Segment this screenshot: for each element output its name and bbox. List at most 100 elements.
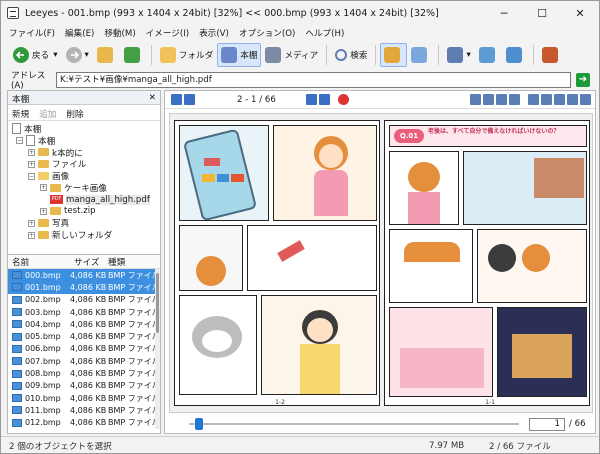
forward-button[interactable]: ▾: [62, 43, 93, 67]
add-button[interactable]: 追加: [39, 108, 56, 120]
page-number: 1-2: [275, 399, 285, 406]
file-row[interactable]: 003.bmp 4,086 KB BMP ファイル: [8, 306, 160, 318]
tree-item-new-folder[interactable]: + 新しいフォルダ: [8, 229, 160, 241]
bookshelf-icon: [221, 47, 238, 63]
up-folder-button[interactable]: [93, 43, 120, 67]
back-button[interactable]: 戻る ▾: [9, 43, 62, 67]
character-body: [314, 170, 348, 216]
character-body: [408, 192, 440, 224]
bmp-file-icon: [12, 295, 22, 304]
app-icon: [7, 7, 19, 19]
column-type[interactable]: 種類: [104, 256, 125, 268]
delete-button[interactable]: 削除: [66, 108, 83, 120]
file-row[interactable]: 000.bmp 4,086 KB BMP ファイル: [8, 269, 160, 282]
copy-icon: [384, 47, 401, 63]
address-input[interactable]: K:¥テスト¥画像¥manga_all_high.pdf: [56, 72, 571, 88]
file-row[interactable]: 005.bmp 4,086 KB BMP ファイル: [8, 330, 160, 342]
tree-root[interactable]: 本棚: [8, 123, 160, 135]
file-row[interactable]: 008.bmp 4,086 KB BMP ファイル: [8, 367, 160, 379]
first-page-icon[interactable]: [171, 94, 182, 105]
flip-icon[interactable]: [509, 94, 520, 105]
vertical-scrollbar[interactable]: [155, 269, 160, 429]
manga-panel: [261, 295, 377, 395]
bookshelf-button[interactable]: 本棚: [217, 43, 262, 67]
fullscreen-icon[interactable]: [567, 94, 578, 105]
file-row[interactable]: 010.bmp 4,086 KB BMP ファイル: [8, 392, 160, 404]
app-buttons: [202, 174, 245, 182]
file-row[interactable]: 006.bmp 4,086 KB BMP ファイル: [8, 343, 160, 355]
tree-item-bookshelf[interactable]: − 本棚: [8, 135, 160, 147]
window-button[interactable]: [502, 43, 529, 67]
character-hair: [408, 162, 440, 192]
building-illustration: [534, 158, 584, 198]
tree-item-pdf[interactable]: PDF manga_all_high.pdf: [8, 194, 160, 206]
last-page-icon[interactable]: [318, 94, 330, 105]
menu-image[interactable]: イメージ(I): [146, 27, 189, 39]
chevron-down-icon[interactable]: ▾: [85, 50, 89, 60]
bmp-file-icon: [12, 418, 22, 427]
file-row[interactable]: 001.bmp 4,086 KB BMP ファイル: [8, 281, 160, 294]
minimize-button[interactable]: ─: [485, 1, 523, 25]
go-arrow-icon[interactable]: ➜: [576, 73, 590, 87]
bookmark-button[interactable]: [538, 43, 565, 67]
double-page-icon[interactable]: [541, 94, 552, 105]
panel-close-button[interactable]: ✕: [149, 93, 156, 103]
next-page-icon[interactable]: [305, 94, 317, 105]
character-face: [307, 318, 333, 342]
tree-item-images[interactable]: − 画像: [8, 170, 160, 182]
single-page-icon[interactable]: [528, 94, 539, 105]
fit-icon[interactable]: [470, 94, 481, 105]
view-mode-button[interactable]: ▾: [443, 43, 474, 67]
tree-item-photos[interactable]: + 写真: [8, 217, 160, 229]
stop-icon[interactable]: [337, 94, 349, 105]
character-hair: [488, 244, 516, 272]
paste-button[interactable]: [407, 43, 434, 67]
new-button[interactable]: 新規: [12, 108, 29, 120]
menu-move[interactable]: 移動(M): [104, 27, 135, 39]
chevron-down-icon[interactable]: ▾: [53, 50, 57, 60]
menu-file[interactable]: ファイル(F): [9, 27, 55, 39]
menu-help[interactable]: ヘルプ(H): [305, 27, 344, 39]
file-row[interactable]: 009.bmp 4,086 KB BMP ファイル: [8, 380, 160, 392]
bmp-file-icon: [12, 394, 22, 403]
refresh-button[interactable]: [120, 43, 147, 67]
title-bar: Leeyes - 001.bmp (993 x 1404 x 24bit) [3…: [1, 1, 599, 25]
page-input[interactable]: 1: [529, 417, 565, 431]
close-button[interactable]: ✕: [561, 1, 599, 25]
menu-options[interactable]: オプション(O): [239, 27, 295, 39]
tree-item-cake-images[interactable]: + ケーキ画像: [8, 182, 160, 194]
tree-item-files[interactable]: + ファイル: [8, 158, 160, 170]
rotate-icon[interactable]: [496, 94, 507, 105]
file-row[interactable]: 012.bmp 4,086 KB BMP ファイル: [8, 417, 160, 429]
zoom-icon[interactable]: [483, 94, 494, 105]
page-total: / 66: [569, 419, 586, 429]
maximize-button[interactable]: ☐: [523, 1, 561, 25]
media-button[interactable]: メディア: [261, 43, 322, 67]
search-icon: [335, 49, 348, 61]
layout-button[interactable]: [475, 43, 502, 67]
chevron-down-icon[interactable]: ▾: [466, 50, 470, 60]
menu-view[interactable]: 表示(V): [199, 27, 229, 39]
folder-button[interactable]: フォルダ: [156, 43, 217, 67]
toolbar-separator: [375, 45, 377, 65]
page-slider-track[interactable]: [189, 418, 519, 430]
prev-page-icon[interactable]: [184, 94, 195, 105]
page-slider-thumb[interactable]: [195, 418, 204, 430]
spread-icon[interactable]: [554, 94, 565, 105]
search-button[interactable]: 検索: [331, 43, 371, 67]
copy-button[interactable]: [380, 43, 408, 67]
toolbar-separator: [532, 45, 534, 65]
file-row[interactable]: 002.bmp 4,086 KB BMP ファイル: [8, 294, 160, 306]
menu-edit[interactable]: 編集(E): [65, 27, 94, 39]
file-row[interactable]: 007.bmp 4,086 KB BMP ファイル: [8, 355, 160, 367]
manga-panel: [389, 307, 493, 397]
page-canvas: 1-2 Q.01 老後は、すべて自分で備えなければいけないの？ 1-1: [169, 113, 593, 413]
column-name[interactable]: 名前: [8, 256, 70, 268]
address-bar: アドレス(A) K:¥テスト¥画像¥manga_all_high.pdf ➜: [1, 71, 599, 91]
tree-item-folder[interactable]: + k本的に: [8, 147, 160, 159]
tree-item-zip[interactable]: + test.zip: [8, 206, 160, 218]
file-row[interactable]: 004.bmp 4,086 KB BMP ファイル: [8, 318, 160, 330]
thumbnail-icon[interactable]: [580, 94, 591, 105]
file-row[interactable]: 011.bmp 4,086 KB BMP ファイル: [8, 404, 160, 416]
column-size[interactable]: サイズ: [70, 256, 104, 268]
